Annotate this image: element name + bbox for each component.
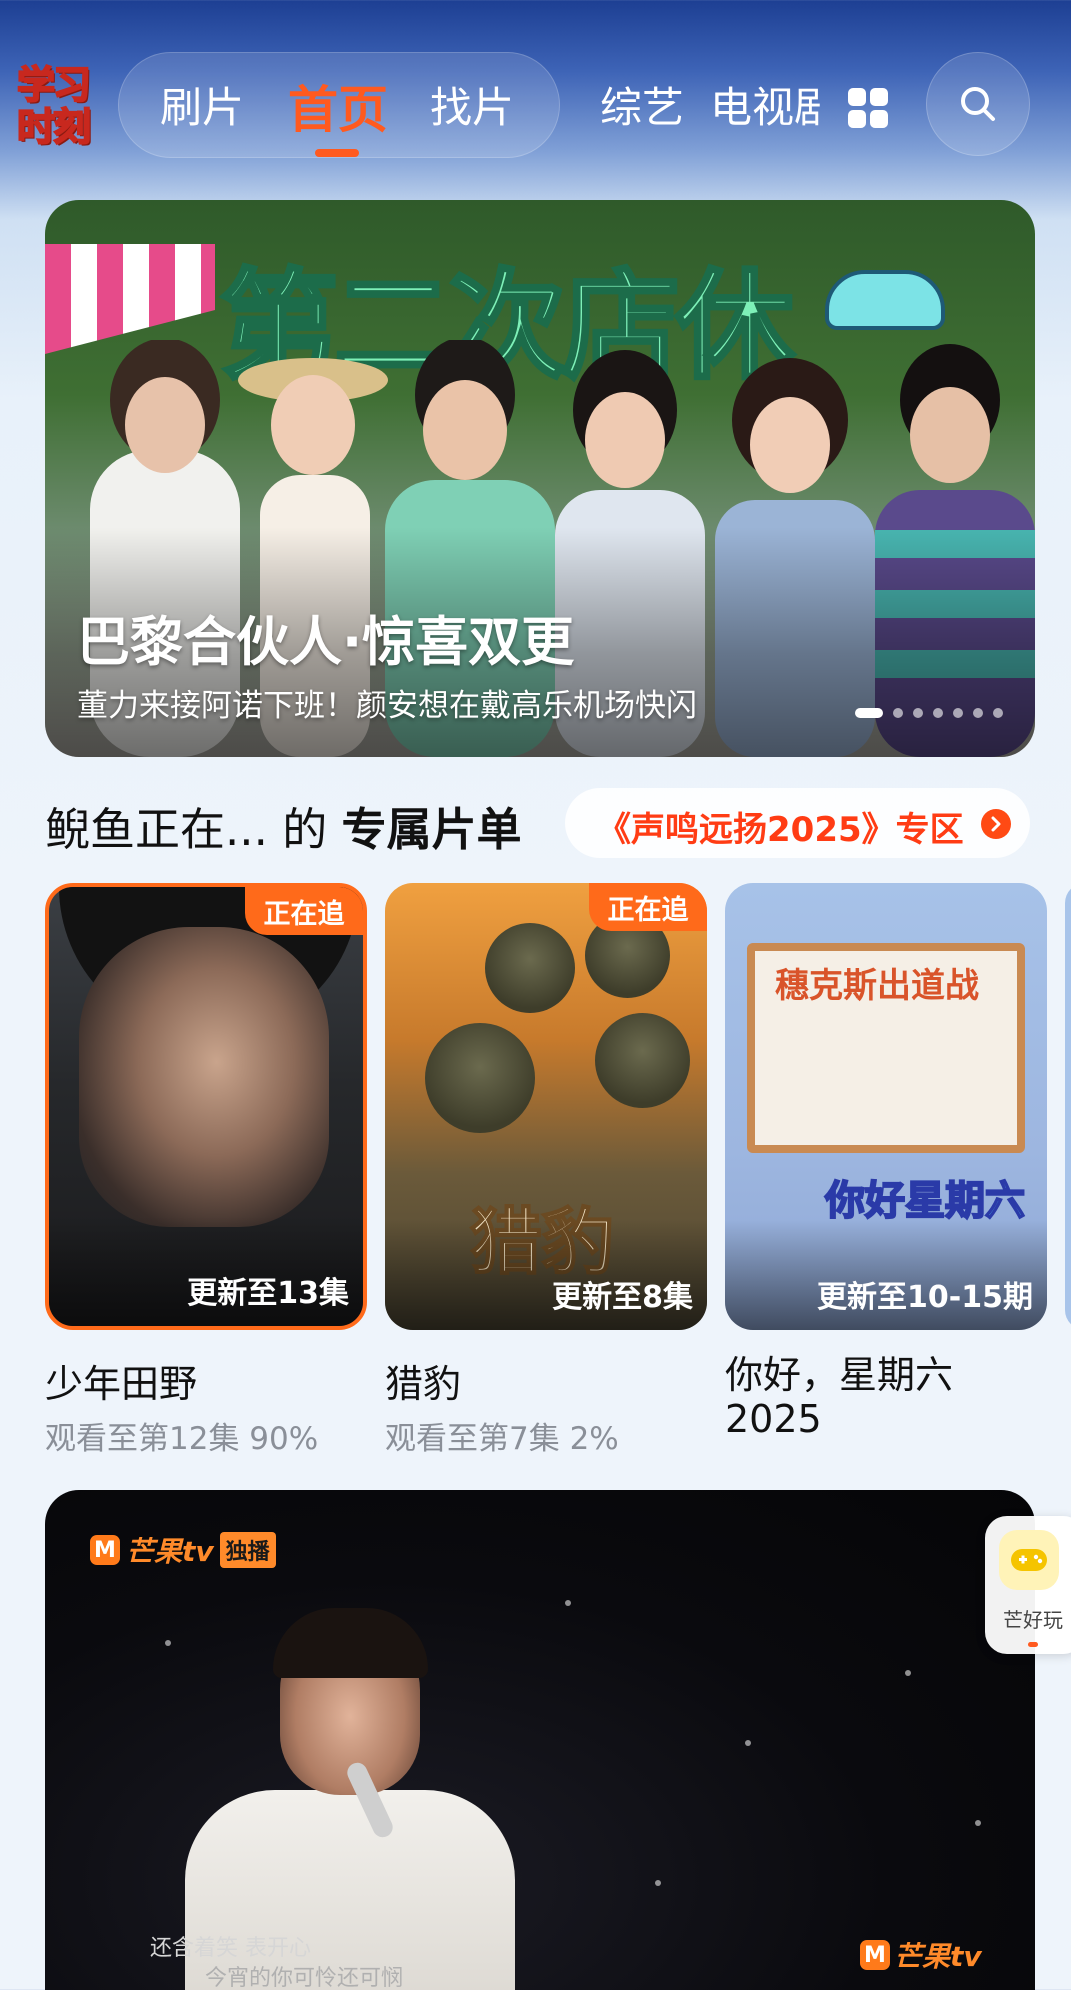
tab-variety[interactable]: 综艺 [600, 74, 684, 135]
show-card-shaonian-tianye[interactable]: 正在追 更新至13集 [45, 883, 367, 1330]
card-title[interactable]: 少年田野 [45, 1353, 197, 1408]
show-card-next-partial[interactable] [1065, 883, 1071, 1330]
update-status: 更新至10-15期 [817, 1280, 1033, 1315]
poster-board-title: 穗克斯出道战 [775, 966, 979, 1006]
section-title-bold: 专属片单 [341, 803, 522, 856]
banner-pagination [855, 708, 1003, 718]
section-title-prefix: 鲵鱼正在... 的 [45, 803, 328, 856]
card-title[interactable]: 你好，星期六2025 [725, 1353, 1025, 1441]
pagination-dot [953, 708, 963, 718]
pagination-dot [973, 708, 983, 718]
poster-art [485, 923, 575, 1013]
card-title[interactable]: 猎豹 [385, 1353, 461, 1408]
float-widget-indicator [1028, 1642, 1038, 1647]
promo-link-text[interactable]: 《声鸣远扬2025》专区 [597, 802, 964, 851]
float-game-widget[interactable]: 芒好玩 [985, 1516, 1071, 1654]
tab-tv-series[interactable]: 电视剧 [710, 74, 822, 135]
following-badge: 正在追 [589, 883, 707, 931]
video-watermark: M 芒果tv [860, 1935, 982, 1975]
poster-art-face [79, 927, 329, 1227]
watch-progress: 观看至第7集 2% [385, 1421, 619, 1457]
active-tab-indicator [315, 149, 359, 157]
update-status: 更新至8集 [552, 1280, 693, 1315]
float-widget-label: 芒好玩 [1003, 1608, 1063, 1632]
pagination-dot [993, 708, 1003, 718]
pagination-dot [893, 708, 903, 718]
lyric-line-2: 今宵的你可怜还可悯 [205, 1966, 404, 1990]
pagination-dot-active [855, 708, 883, 718]
gamepad-icon [999, 1530, 1059, 1590]
app-logo[interactable]: 学习 时刻 [4, 60, 102, 152]
brand-name: 芒果tv [126, 1535, 214, 1568]
update-status: 更新至13集 [187, 1276, 349, 1311]
banner-car-art [825, 270, 945, 330]
following-badge: 正在追 [245, 887, 363, 935]
pagination-dot [933, 708, 943, 718]
show-card-liebao[interactable]: 猎豹 正在追 更新至8集 [385, 883, 707, 1330]
lyric-line-1: 还含着笑 表开心 [150, 1936, 311, 1961]
exclusive-tag: 独播 [219, 1532, 276, 1568]
pagination-dot [913, 708, 923, 718]
banner-title: 巴黎合伙人·惊喜双更 [77, 612, 575, 673]
poster-show-logo: 你好星期六 [824, 1177, 1026, 1225]
mango-icon: M [860, 1940, 890, 1970]
search-icon [961, 87, 995, 121]
logo-line2: 时刻 [16, 104, 92, 149]
tab-shuapian[interactable]: 刷片 [160, 74, 244, 135]
hero-banner[interactable]: 第二次店休 巴黎合伙人·惊喜双更 董力来接阿诺下班！颜安想在戴高乐机场快闪 [45, 200, 1035, 757]
search-button[interactable] [926, 52, 1030, 156]
banner-subtitle: 董力来接阿诺下班！颜安想在戴高乐机场快闪 [77, 688, 697, 724]
show-card-nihao-xingqiliu[interactable]: 穗克斯出道战 你好星期六 更新至10-15期 [725, 883, 1047, 1330]
banner-awning-art [45, 244, 215, 354]
grid-icon[interactable] [848, 88, 888, 128]
logo-line1: 学习 [16, 62, 92, 107]
video-singer-art [273, 1608, 428, 1678]
chevron-right-icon[interactable] [981, 809, 1011, 839]
mango-icon: M [90, 1535, 120, 1565]
watermark-text: 芒果tv [894, 1940, 982, 1973]
tab-zhaopian[interactable]: 找片 [430, 74, 514, 135]
section-title: 鲵鱼正在... 的 专属片单 [45, 793, 522, 858]
tab-home[interactable]: 首页 [288, 70, 388, 142]
mango-tv-logo: M 芒果tv 独播 [90, 1530, 276, 1570]
poster-art [595, 1013, 690, 1108]
watch-progress: 观看至第12集 90% [45, 1421, 319, 1457]
poster-art [425, 1023, 535, 1133]
featured-video[interactable]: M 芒果tv 独播 还含着笑 表开心 今宵的你可怜还可悯 M 芒果tv [45, 1490, 1035, 1990]
